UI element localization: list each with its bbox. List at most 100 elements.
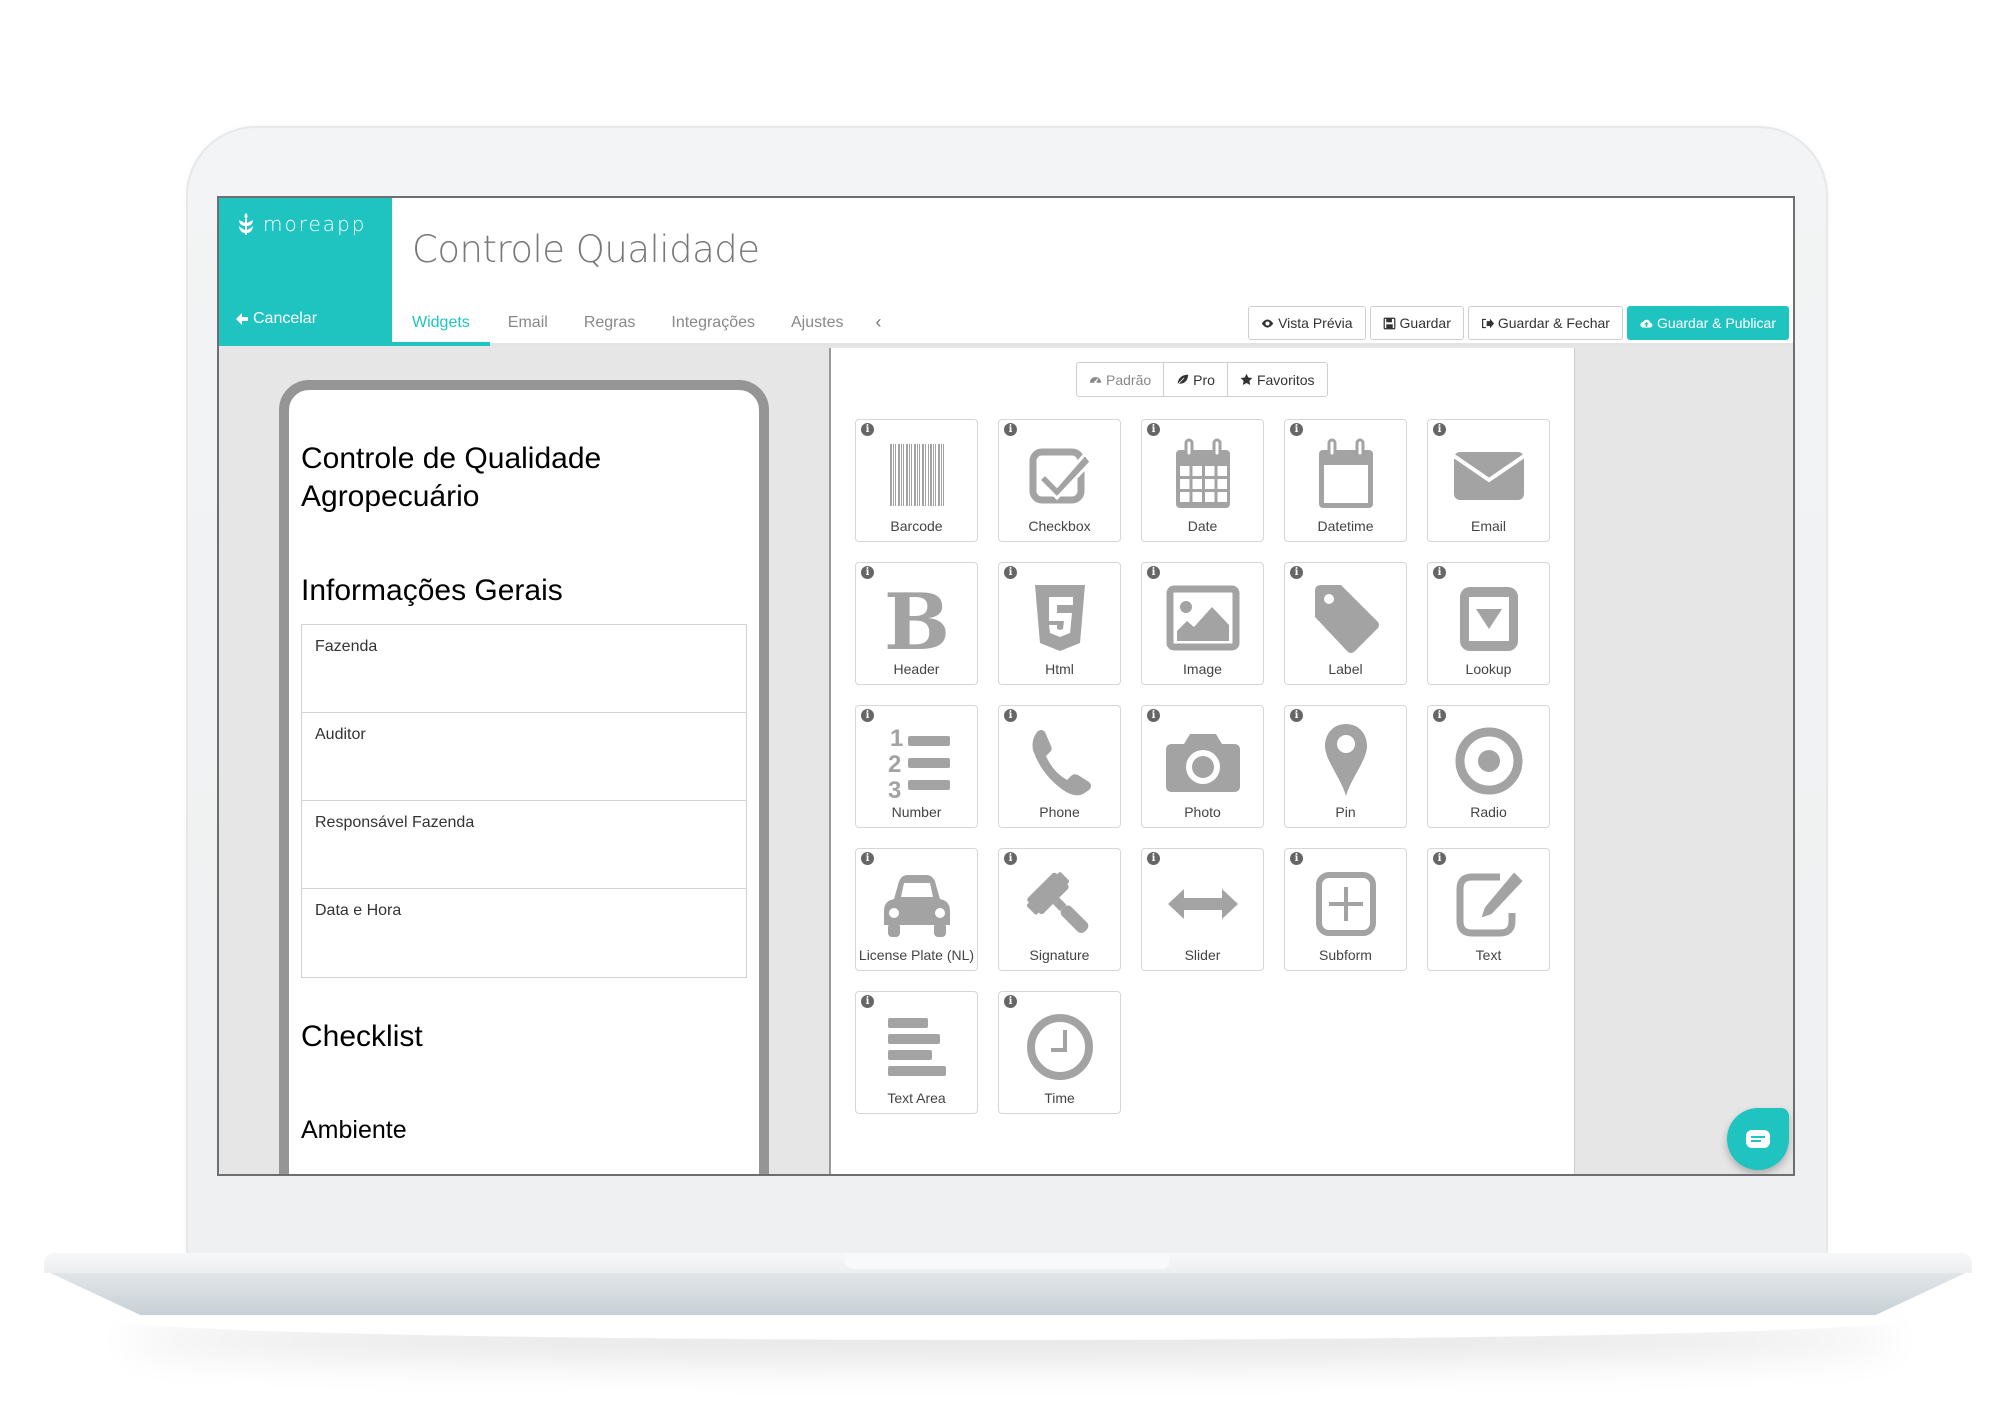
section-title: Informações Gerais — [301, 574, 563, 607]
widget-label: Phone — [1039, 804, 1080, 820]
widget-label: Time — [1044, 1090, 1075, 1106]
wheat-logo-icon — [239, 213, 253, 235]
info-icon[interactable]: i — [1290, 566, 1303, 579]
brand-panel: moreapp Cancelar — [219, 198, 392, 346]
tab-integracoes[interactable]: Integrações — [653, 298, 773, 346]
image-icon — [1166, 585, 1239, 651]
widget-tile-text[interactable]: i Text — [1427, 848, 1550, 971]
info-icon[interactable]: i — [861, 709, 874, 722]
info-icon[interactable]: i — [1004, 995, 1017, 1008]
form-field[interactable]: Data e Hora — [302, 889, 746, 977]
phone-icon — [1032, 730, 1091, 796]
editor-tabs: Widgets Email Regras Integrações Ajustes… — [392, 298, 895, 346]
widget-tile-barcode[interactable]: i Barcode — [855, 419, 978, 542]
chevron-left-icon[interactable]: ‹ — [861, 298, 895, 346]
info-icon[interactable]: i — [1433, 566, 1446, 579]
form-title: Controle de Qualidade Agropecuário — [301, 442, 602, 513]
form-field[interactable]: Responsável Fazenda — [302, 801, 746, 889]
widget-label: Number — [891, 804, 942, 820]
filter-padrao[interactable]: Padrão — [1077, 363, 1165, 396]
camera-icon — [1165, 734, 1240, 792]
widget-tile-label[interactable]: i Label — [1284, 562, 1407, 685]
info-icon[interactable]: i — [1147, 566, 1160, 579]
widget-tile-image[interactable]: i Image — [1141, 562, 1264, 685]
save-close-button[interactable]: Guardar & Fechar — [1467, 306, 1623, 340]
field-list: Fazenda Auditor Responsável Fazenda Data… — [301, 624, 747, 978]
info-icon[interactable]: i — [861, 423, 874, 436]
edit-icon — [1456, 869, 1525, 937]
widget-label: Checkbox — [1028, 518, 1091, 534]
info-icon[interactable]: i — [1004, 566, 1017, 579]
widget-tile-header[interactable]: i B Header — [855, 562, 978, 685]
widget-tile-slider[interactable]: i Slider — [1141, 848, 1264, 971]
widget-tile-lookup[interactable]: i Lookup — [1427, 562, 1550, 685]
info-icon[interactable]: i — [1290, 709, 1303, 722]
chat-icon — [1746, 1130, 1770, 1148]
widget-label: Header — [893, 661, 940, 677]
widget-tile-time[interactable]: i Time — [998, 991, 1121, 1114]
info-icon[interactable]: i — [1290, 852, 1303, 865]
info-icon[interactable]: i — [1433, 852, 1446, 865]
form-field[interactable]: Fazenda — [302, 625, 746, 713]
widget-tile-radio[interactable]: i Radio — [1427, 705, 1550, 828]
form-preview-content[interactable]: Controle de Qualidade Agropecuário Infor… — [289, 390, 759, 1174]
widget-label: Slider — [1184, 947, 1221, 963]
clock-icon — [1026, 1014, 1093, 1080]
widget-tile-datetime[interactable]: i Datetime — [1284, 419, 1407, 542]
tab-ajustes[interactable]: Ajustes — [773, 298, 861, 346]
widget-tile-html[interactable]: i Html — [998, 562, 1121, 685]
widget-tile-license-plate-nl[interactable]: i License Plate (NL) — [855, 848, 978, 971]
info-icon[interactable]: i — [861, 852, 874, 865]
preview-button[interactable]: Vista Prévia — [1248, 306, 1366, 340]
chat-button[interactable] — [1727, 1108, 1789, 1170]
widget-label: Signature — [1029, 947, 1090, 963]
widget-tile-subform[interactable]: i Subform — [1284, 848, 1407, 971]
save-button[interactable]: Guardar — [1369, 306, 1464, 340]
save-publish-button[interactable]: Guardar & Publicar — [1626, 306, 1789, 340]
info-icon[interactable]: i — [1290, 423, 1303, 436]
tab-widgets[interactable]: Widgets — [392, 298, 490, 346]
widget-label: Datetime — [1317, 518, 1374, 534]
widget-tile-signature[interactable]: i Signature — [998, 848, 1121, 971]
info-icon[interactable]: i — [1147, 709, 1160, 722]
star-icon — [1240, 373, 1253, 385]
laptop-mockup: moreapp Cancelar Controle Qualidade Widg… — [0, 0, 2000, 1416]
info-icon[interactable]: i — [1004, 852, 1017, 865]
cancel-button[interactable]: Cancelar — [235, 310, 317, 328]
info-icon[interactable]: i — [1147, 423, 1160, 436]
svg-text:3: 3 — [888, 777, 901, 802]
calendar-empty-icon — [1318, 438, 1373, 508]
svg-text:B: B — [884, 577, 950, 659]
save-close-label: Guardar & Fechar — [1497, 315, 1610, 331]
dropdown-icon — [1459, 587, 1518, 651]
filter-favoritos[interactable]: Favoritos — [1228, 363, 1327, 396]
filter-pro[interactable]: Pro — [1164, 363, 1228, 396]
info-icon[interactable]: i — [861, 995, 874, 1008]
widget-tile-date[interactable]: i Date — [1141, 419, 1264, 542]
info-icon[interactable]: i — [861, 566, 874, 579]
widget-tile-pin[interactable]: i Pin — [1284, 705, 1407, 828]
info-icon[interactable]: i — [1147, 852, 1160, 865]
info-icon[interactable]: i — [1004, 709, 1017, 722]
leaf-icon — [1177, 374, 1189, 385]
info-icon[interactable]: i — [1433, 709, 1446, 722]
tab-email[interactable]: Email — [490, 298, 566, 346]
info-icon[interactable]: i — [1004, 423, 1017, 436]
gavel-icon — [1026, 872, 1088, 934]
info-icon[interactable]: i — [1433, 423, 1446, 436]
widget-tile-number[interactable]: i 1 2 3 Number — [855, 705, 978, 828]
widget-tile-text-area[interactable]: i Text Area — [855, 991, 978, 1114]
widget-tile-email[interactable]: i Email — [1427, 419, 1550, 542]
logo[interactable]: moreapp — [237, 212, 366, 236]
bold-icon: B — [884, 577, 950, 659]
widget-tile-checkbox[interactable]: i Checkbox — [998, 419, 1121, 542]
widget-tile-photo[interactable]: i Photo — [1141, 705, 1264, 828]
checklist-title: Checklist — [301, 1020, 423, 1053]
calendar-icon — [1175, 438, 1230, 508]
tab-regras[interactable]: Regras — [566, 298, 654, 346]
form-field[interactable]: Auditor — [302, 713, 746, 801]
save-label: Guardar — [1399, 315, 1451, 331]
filter-favoritos-label: Favoritos — [1256, 371, 1315, 388]
widget-label: Pin — [1335, 804, 1356, 820]
widget-tile-phone[interactable]: i Phone — [998, 705, 1121, 828]
